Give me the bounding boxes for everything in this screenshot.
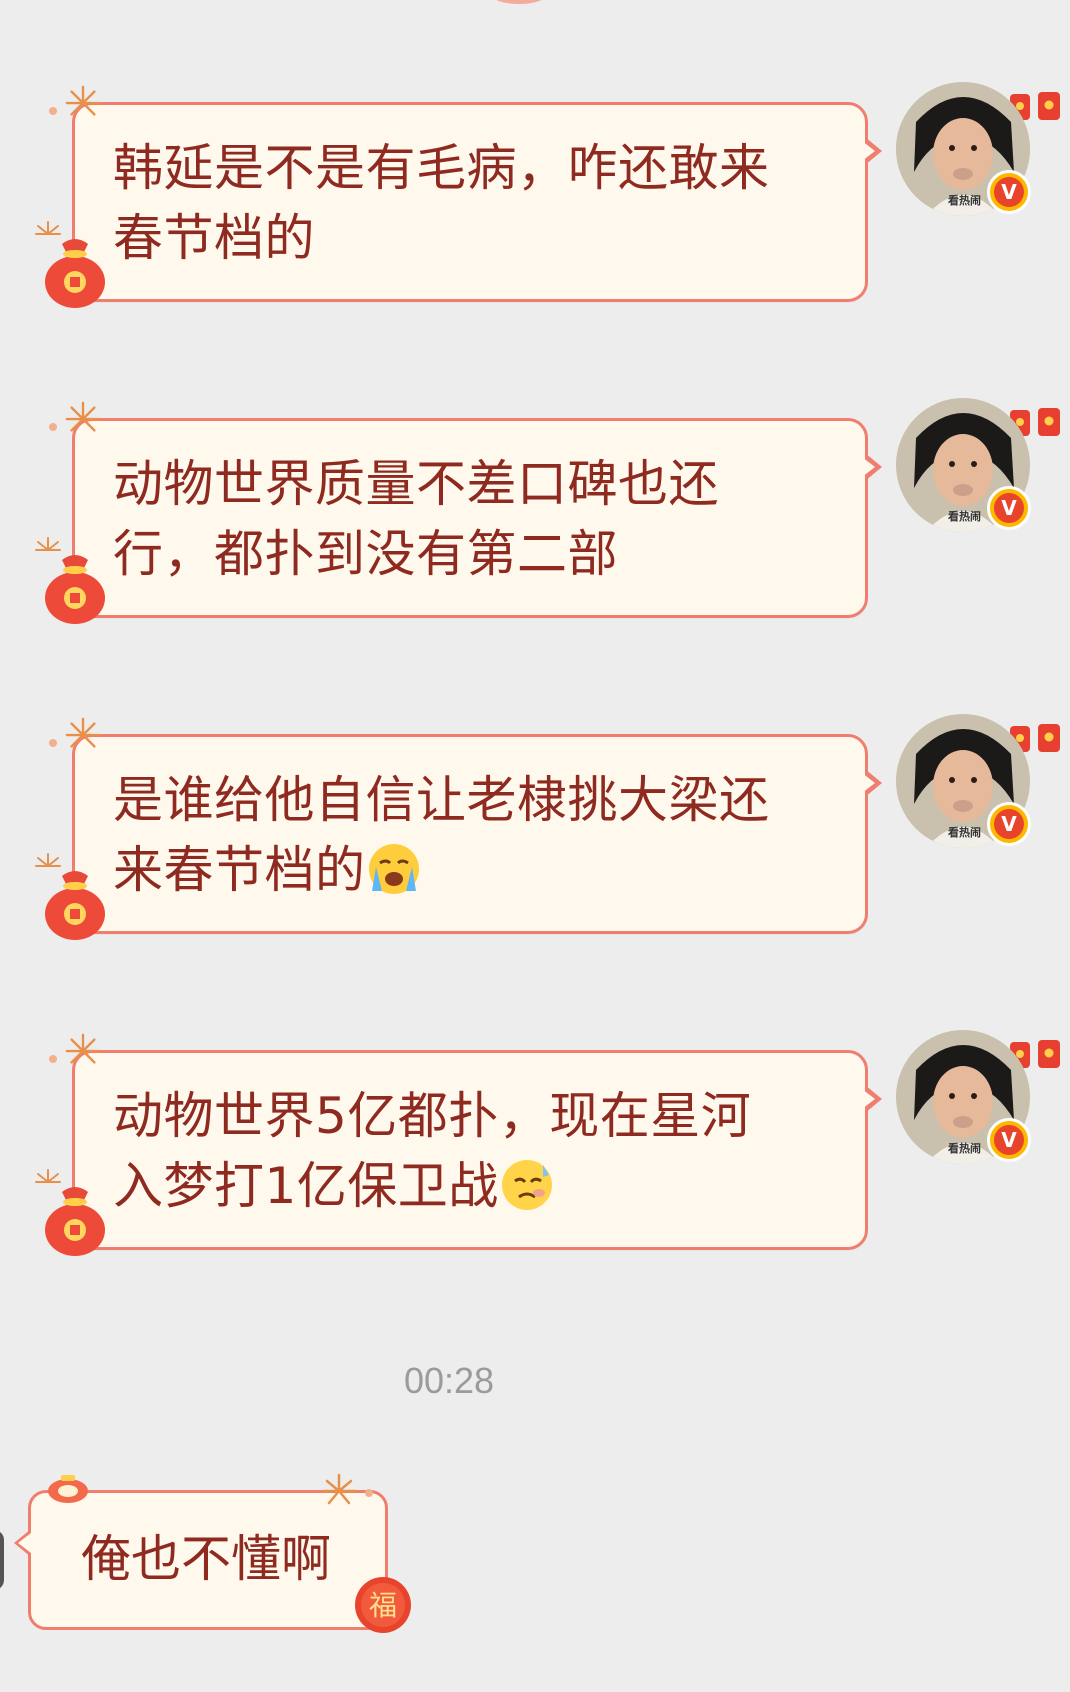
avatar-caption: 看热闹 <box>948 826 981 839</box>
firework-icon <box>35 537 61 551</box>
chat-message: 韩延是不是有毛病，咋还敢来 春节档的 看热闹 V <box>0 82 1070 342</box>
firework-icon <box>65 717 101 748</box>
sparkle-icon <box>49 423 57 431</box>
firework-icon <box>321 1473 373 1505</box>
firework-icon <box>65 85 101 116</box>
firework-icon <box>35 853 61 867</box>
message-text: 动物世界5亿都扑，现在星河 入梦打1亿保卫战 <box>113 1087 752 1215</box>
fu-character: 福 <box>369 1589 397 1622</box>
verified-badge-icon: V <box>987 170 1031 214</box>
message-bubble[interactable]: 是谁给他自信让老棣挑大梁还 来春节档的 <box>72 734 882 934</box>
message-bubble[interactable]: 动物世界质量不差口碑也还 行，都扑到没有第二部 <box>72 418 882 618</box>
message-text: 是谁给他自信让老棣挑大梁还 来春节档的 <box>113 771 770 899</box>
bubble-tail <box>862 137 882 165</box>
bubble-tail <box>862 769 882 797</box>
message-bubble[interactable]: 韩延是不是有毛病，咋还敢来 春节档的 <box>72 102 882 302</box>
firework-icon <box>65 1033 101 1064</box>
verified-badge-icon: V <box>987 1118 1031 1162</box>
message-text: 韩延是不是有毛病，咋还敢来 春节档的 <box>113 139 770 267</box>
firework-icon <box>65 401 101 432</box>
message-bubble[interactable]: 俺也不懂啊 <box>14 1473 388 1630</box>
sparkle-icon <box>49 107 57 115</box>
chat-message: 是谁给他自信让老棣挑大梁还 来春节档的 看热闹 V <box>0 714 1070 974</box>
sparkle-icon <box>49 739 57 747</box>
fu-sticker-icon: 福 <box>355 1577 411 1633</box>
bubble-tail <box>14 1529 31 1557</box>
message-text: 动物世界质量不差口碑也还 行，都扑到没有第二部 <box>113 455 719 583</box>
sparkle-icon <box>49 1055 57 1063</box>
avatar-caption: 看热闹 <box>948 194 981 207</box>
chat-message: 动物世界5亿都扑，现在星河 入梦打1亿保卫战 看热闹 V <box>0 1030 1070 1290</box>
chat-message-incoming: 俺也不懂啊 福 <box>0 1473 500 1660</box>
avatar-caption: 看热闹 <box>948 1142 981 1155</box>
avatar[interactable] <box>0 1530 4 1590</box>
message-bubble[interactable]: 动物世界5亿都扑，现在星河 入梦打1亿保卫战 <box>72 1050 882 1250</box>
message-timestamp: 00:28 <box>403 1360 495 1401</box>
crying-face-emoji-icon <box>368 844 419 894</box>
avatar-caption: 看热闹 <box>948 510 981 523</box>
cold-sweat-emoji-icon <box>501 1160 552 1210</box>
bubble-tail <box>862 453 882 481</box>
verified-badge-icon: V <box>987 802 1031 846</box>
chat-message: 动物世界质量不差口碑也还 行，都扑到没有第二部 看热闹 V <box>0 398 1070 658</box>
message-text: 俺也不懂啊 <box>81 1530 331 1588</box>
lantern-icon <box>48 1475 88 1503</box>
firework-icon <box>35 1169 61 1183</box>
verified-badge-icon: V <box>987 486 1031 530</box>
firework-icon <box>35 221 61 235</box>
top-decoration <box>492 0 546 4</box>
bubble-tail <box>862 1085 882 1113</box>
